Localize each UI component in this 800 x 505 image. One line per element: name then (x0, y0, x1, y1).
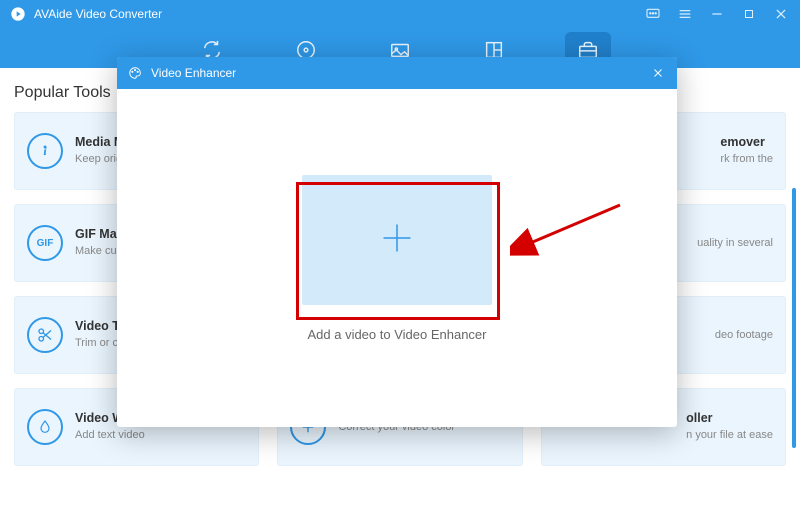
close-icon[interactable] (772, 5, 790, 23)
info-icon: i (27, 133, 63, 169)
plus-icon (379, 220, 415, 259)
modal-header: Video Enhancer (117, 57, 677, 89)
gif-icon: GIF (27, 225, 63, 261)
tool-title: emover (720, 135, 773, 149)
add-video-dropzone[interactable] (302, 175, 492, 305)
scrollbar[interactable] (792, 188, 796, 448)
feedback-icon[interactable] (644, 5, 662, 23)
titlebar: AVAide Video Converter (0, 0, 800, 28)
minimize-icon[interactable] (708, 5, 726, 23)
modal-title: Video Enhancer (151, 66, 236, 80)
app-title: AVAide Video Converter (34, 7, 162, 21)
menu-icon[interactable] (676, 5, 694, 23)
palette-icon (127, 65, 143, 81)
modal-hint: Add a video to Video Enhancer (307, 327, 486, 342)
tool-desc: Add text video (75, 428, 145, 442)
tool-desc: deo footage (715, 328, 773, 342)
tool-desc: n your file at ease (686, 428, 773, 442)
tool-desc: uality in several (697, 236, 773, 250)
maximize-icon[interactable] (740, 5, 758, 23)
tool-desc: rk from the (720, 152, 773, 166)
scissors-icon (27, 317, 63, 353)
app-logo-icon (10, 6, 26, 22)
modal-close-button[interactable] (649, 64, 667, 82)
drop-icon (27, 409, 63, 445)
video-enhancer-modal: Video Enhancer Add a video to Video Enha… (117, 57, 677, 427)
tool-title: oller (686, 411, 773, 425)
